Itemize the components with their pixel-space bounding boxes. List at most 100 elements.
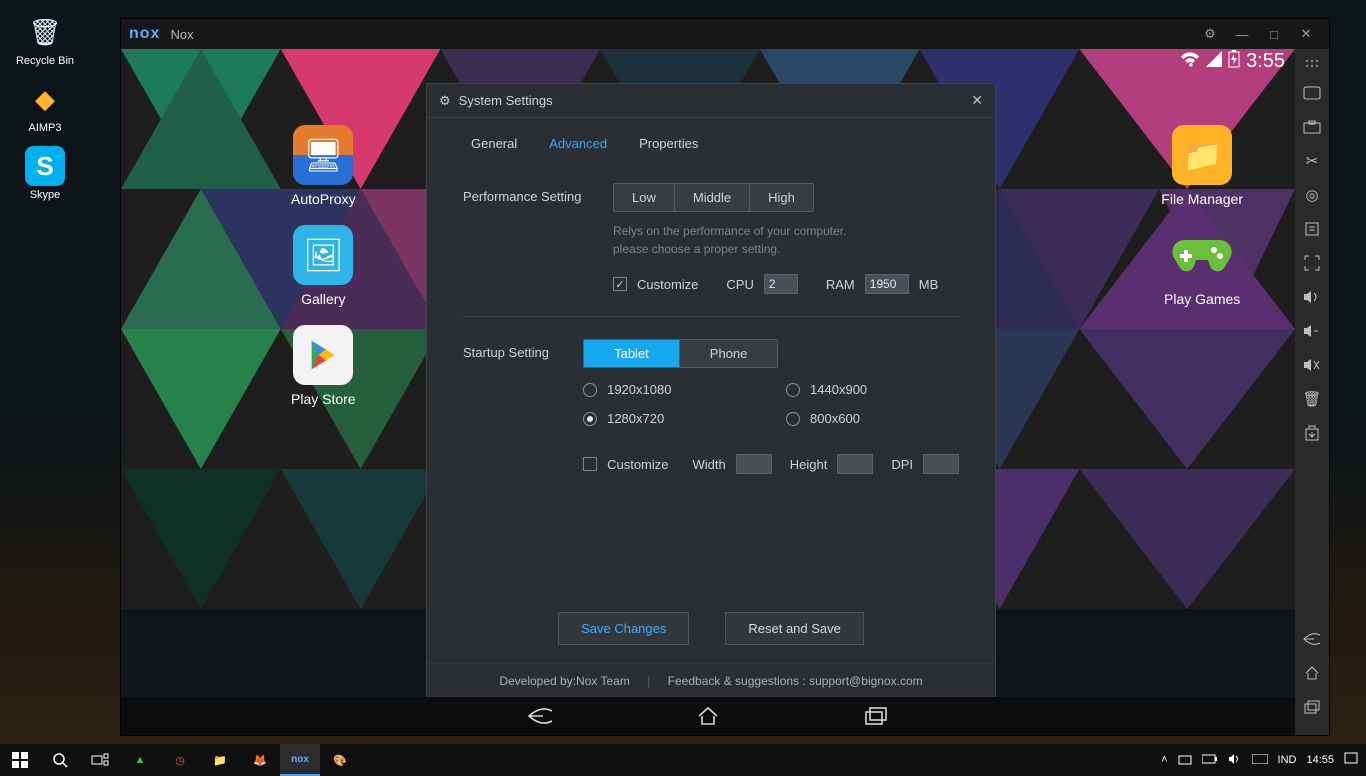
android-screen: 3:55 🖥 AutoProxy 🖼 Gallery xyxy=(121,49,1295,735)
tool-volume-up-icon[interactable] xyxy=(1298,283,1326,311)
android-navbar xyxy=(121,697,1295,735)
tool-fullscreen-icon[interactable] xyxy=(1298,249,1326,277)
tool-home-icon[interactable] xyxy=(1298,659,1326,687)
perf-low[interactable]: Low xyxy=(614,184,675,211)
system-settings-dialog: ⚙ System Settings ✕ General Advanced Pro… xyxy=(426,83,996,703)
resolution-grid: 1920x1080 1440x900 1280x720 800x600 xyxy=(583,382,959,426)
startup-phone[interactable]: Phone xyxy=(680,340,778,367)
gear-icon: ⚙ xyxy=(439,93,451,109)
tray-language[interactable]: IND xyxy=(1278,754,1297,766)
tab-general[interactable]: General xyxy=(457,128,531,161)
tab-advanced[interactable]: Advanced xyxy=(535,128,621,161)
taskbar-app-2[interactable]: ◷ xyxy=(160,744,200,776)
footer-feedback[interactable]: Feedback & suggestions : support@bignox.… xyxy=(668,674,923,688)
app-gallery[interactable]: 🖼 Gallery xyxy=(293,225,353,307)
tool-back-icon[interactable] xyxy=(1298,625,1326,653)
startup-customize-row: Customize Width Height DPI xyxy=(583,454,959,474)
perf-customize-row: Customize CPU RAM MB xyxy=(613,274,959,294)
save-changes-button[interactable]: Save Changes xyxy=(558,612,689,645)
tool-scissors-icon[interactable]: ✂ xyxy=(1298,147,1326,175)
maximize-button[interactable]: □ xyxy=(1259,22,1289,46)
tool-trash-icon[interactable]: 🗑 xyxy=(1298,385,1326,413)
height-label: Height xyxy=(790,457,828,472)
perf-high[interactable]: High xyxy=(750,184,813,211)
app-label: Gallery xyxy=(301,291,345,307)
res-800x600[interactable]: 800x600 xyxy=(786,411,959,426)
width-input[interactable] xyxy=(736,454,772,474)
nav-home-button[interactable] xyxy=(694,702,722,730)
toolbar-drag-handle[interactable] xyxy=(1298,55,1326,73)
desktop-icon-label: Skype xyxy=(30,189,61,201)
desktop-icon-recycle-bin[interactable]: 🗑 Recycle Bin xyxy=(6,6,84,73)
tray-chevron-up-icon[interactable]: ˄ xyxy=(1161,754,1167,766)
tool-volume-down-icon[interactable] xyxy=(1298,317,1326,345)
tab-properties[interactable]: Properties xyxy=(625,128,712,161)
dpi-input[interactable] xyxy=(923,454,959,474)
nav-back-button[interactable] xyxy=(526,702,554,730)
tool-recents-icon[interactable] xyxy=(1298,693,1326,721)
tray-keyboard-icon[interactable] xyxy=(1252,754,1268,767)
tool-mute-icon[interactable] xyxy=(1298,351,1326,379)
startup-label: Startup Setting xyxy=(463,339,583,474)
minimize-button[interactable]: — xyxy=(1227,22,1257,46)
dialog-actions: Save Changes Reset and Save xyxy=(427,612,995,663)
app-grid-right: 📁 File Manager Play Games xyxy=(1161,125,1243,307)
desktop-icon-skype[interactable]: S Skype xyxy=(6,140,84,207)
desktop-icon-aimp3[interactable]: ◆ AIMP3 xyxy=(6,73,84,140)
dialog-header[interactable]: ⚙ System Settings ✕ xyxy=(427,84,995,118)
tray-power-icon[interactable] xyxy=(1202,754,1218,767)
recycle-bin-icon: 🗑 xyxy=(25,12,65,52)
taskbar-app-explorer[interactable]: 📁 xyxy=(200,744,240,776)
taskbar-app-1[interactable]: ▲ xyxy=(120,744,160,776)
tray-notifications-icon[interactable] xyxy=(1344,752,1358,769)
perf-middle[interactable]: Middle xyxy=(675,184,750,211)
tool-screenshot-icon[interactable] xyxy=(1298,113,1326,141)
taskbar-app-nox[interactable]: nox xyxy=(280,744,320,776)
settings-gear-icon[interactable]: ⚙ xyxy=(1195,22,1225,46)
app-autoproxy[interactable]: 🖥 AutoProxy xyxy=(291,125,356,207)
android-statusbar: 3:55 xyxy=(121,49,1295,73)
signal-icon xyxy=(1206,51,1222,72)
ram-label: RAM xyxy=(826,277,855,292)
app-play-games[interactable]: Play Games xyxy=(1164,225,1240,307)
nox-body: 3:55 🖥 AutoProxy 🖼 Gallery xyxy=(121,49,1329,735)
ram-unit: MB xyxy=(919,277,939,292)
cpu-input[interactable] xyxy=(764,274,798,294)
tool-note-icon[interactable] xyxy=(1298,215,1326,243)
skype-icon: S xyxy=(25,146,65,186)
search-button[interactable] xyxy=(40,744,80,776)
height-input[interactable] xyxy=(837,454,873,474)
tray-network-icon[interactable] xyxy=(1178,753,1192,768)
perf-customize-checkbox[interactable] xyxy=(613,277,627,291)
start-button[interactable] xyxy=(0,744,40,776)
tray-clock[interactable]: 14:55 xyxy=(1306,754,1334,766)
app-label: Play Games xyxy=(1164,291,1240,307)
tool-keyboard-icon[interactable] xyxy=(1298,79,1326,107)
dialog-close-button[interactable]: ✕ xyxy=(971,92,983,109)
perf-customize-label: Customize xyxy=(637,277,698,292)
taskbar-app-paint[interactable]: 🎨 xyxy=(320,744,360,776)
gallery-icon: 🖼 xyxy=(293,225,353,285)
nox-title: Nox xyxy=(170,27,193,42)
startup-section: Startup Setting Tablet Phone 1920x1080 1… xyxy=(427,317,995,474)
res-1920x1080[interactable]: 1920x1080 xyxy=(583,382,756,397)
nav-recents-button[interactable] xyxy=(862,702,890,730)
res-1280x720[interactable]: 1280x720 xyxy=(583,411,756,426)
ram-input[interactable] xyxy=(865,274,909,294)
taskbar-app-firefox[interactable]: 🦊 xyxy=(240,744,280,776)
nox-titlebar[interactable]: nox Nox ⚙ — □ ✕ xyxy=(121,19,1329,49)
res-1440x900[interactable]: 1440x900 xyxy=(786,382,959,397)
tool-apk-icon[interactable] xyxy=(1298,419,1326,447)
app-play-store[interactable]: Play Store xyxy=(291,325,356,407)
performance-segment: Low Middle High xyxy=(613,183,814,212)
desktop-icon-label: AIMP3 xyxy=(28,122,61,134)
tray-volume-icon[interactable] xyxy=(1228,753,1242,768)
task-view-button[interactable] xyxy=(80,744,120,776)
close-button[interactable]: ✕ xyxy=(1291,22,1321,46)
reset-and-save-button[interactable]: Reset and Save xyxy=(725,612,864,645)
startup-tablet[interactable]: Tablet xyxy=(584,340,680,367)
startup-customize-checkbox[interactable] xyxy=(583,457,597,471)
app-file-manager[interactable]: 📁 File Manager xyxy=(1161,125,1243,207)
tool-location-icon[interactable]: ◎ xyxy=(1298,181,1326,209)
wifi-icon xyxy=(1180,51,1200,72)
